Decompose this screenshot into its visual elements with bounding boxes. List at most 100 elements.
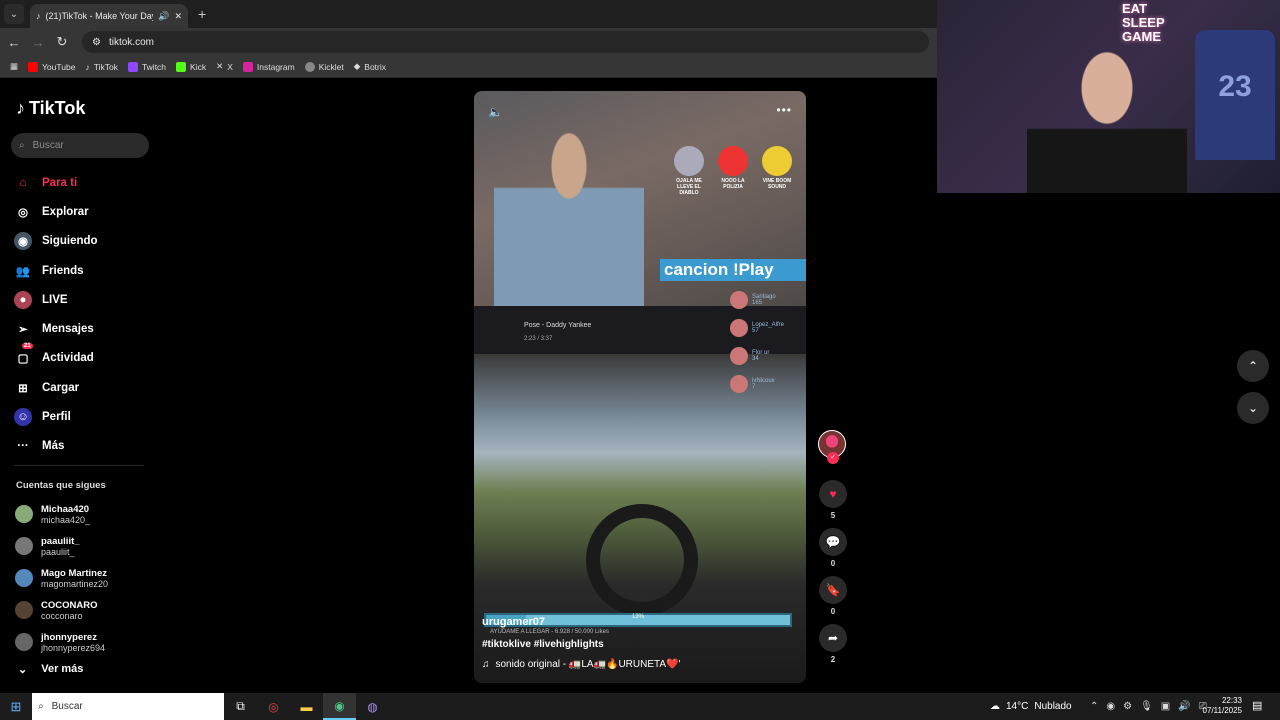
video-author[interactable]: urugamer07 xyxy=(482,616,545,628)
obs-icon[interactable]: ◉ xyxy=(1106,701,1115,712)
clock[interactable]: 22:33 07/11/2025 xyxy=(1200,696,1242,716)
taskbar-search-label: Buscar xyxy=(51,701,83,712)
bookmark-label: Botrix xyxy=(364,61,387,72)
file-explorer-icon[interactable]: ▬ xyxy=(290,693,323,720)
bookmark-label: Twitch xyxy=(141,61,167,72)
speaker-icon[interactable]: 🔊 xyxy=(158,11,169,22)
share-button[interactable]: ➦ 2 xyxy=(818,624,848,664)
taskbar-search[interactable]: ⌕ Buscar xyxy=(32,693,224,720)
nav-explorar[interactable]: ◎ Explorar xyxy=(14,197,98,226)
windows-start-icon[interactable]: ⊞ xyxy=(0,699,32,715)
bookmark-tiktok[interactable]: ♪ TikTok xyxy=(85,62,118,72)
bookmark-kicklet[interactable]: Kicklet xyxy=(304,61,344,72)
sidebar-divider xyxy=(14,465,144,466)
reload-icon[interactable]: ↻ xyxy=(52,34,72,50)
save-button[interactable]: 🔖 0 xyxy=(818,576,848,616)
fan-avatar xyxy=(730,291,748,309)
following-account[interactable]: jhonnyperez jhonnyperez694 xyxy=(15,626,108,658)
bookmark-x[interactable]: ✕ X xyxy=(216,61,233,72)
close-tab-icon[interactable]: ✕ xyxy=(174,11,182,22)
creator-avatar[interactable]: ✓ xyxy=(818,430,846,464)
app-icon[interactable]: ◎ xyxy=(257,693,290,720)
bookmark-label: YouTube xyxy=(42,61,76,72)
fan-score: 7 xyxy=(752,384,756,390)
sound-button: NOOO LA POLIZIA xyxy=(714,146,752,196)
sound-buttons: OJALA ME LLEVE EL DIABLO NOOO LA POLIZIA… xyxy=(670,146,796,196)
search-placeholder: Buscar xyxy=(32,140,64,151)
following-account[interactable]: Mago Martinez magomartinez20 xyxy=(15,562,108,594)
video-player[interactable]: OJALA ME LLEVE EL DIABLO NOOO LA POLIZIA… xyxy=(474,91,806,683)
chevron-down-icon: ⌄ xyxy=(1247,401,1259,415)
nav-mas[interactable]: ··· Más xyxy=(14,432,98,461)
sound-bubble-icon xyxy=(762,146,792,176)
song-title: Pose - Daddy Yankee xyxy=(524,322,592,329)
network-icon[interactable]: ▣ xyxy=(1161,701,1170,712)
nav-label: Actividad xyxy=(42,352,94,365)
share-count: 2 xyxy=(830,655,836,664)
fan-score: 165 xyxy=(752,300,763,306)
site-info-icon[interactable]: ⚙ xyxy=(92,37,101,48)
volume-icon[interactable]: 🔈 xyxy=(488,105,503,119)
settings-icon[interactable]: ⚙ xyxy=(1123,701,1132,712)
bookmark-instagram[interactable]: Instagram xyxy=(242,61,295,72)
see-more-button[interactable]: ⌄ Ver más xyxy=(18,663,83,676)
notification-icon[interactable]: ▤ xyxy=(1252,699,1262,712)
account-handle: jhonnyperez694 xyxy=(41,642,106,653)
nav-actividad[interactable]: ▢ 21 Actividad xyxy=(14,343,98,373)
new-tab-icon[interactable]: + xyxy=(198,6,206,22)
tiktok-logo[interactable]: ♪ TikTok xyxy=(16,98,85,119)
nav-para-ti[interactable]: ⌂ Para ti xyxy=(14,168,98,197)
system-tray: ⌃ ◉ ⚙ 🎙 ▣ 🔊 ⎚ xyxy=(1090,693,1207,720)
nav-live[interactable]: ● LIVE xyxy=(14,285,98,314)
chevron-up-icon[interactable]: ⌃ xyxy=(1090,701,1098,712)
next-video-button[interactable]: ⌄ xyxy=(1237,392,1269,424)
nav-cargar[interactable]: ⊞ Cargar xyxy=(14,373,98,402)
forward-icon[interactable]: → xyxy=(28,35,48,50)
sound-bubble-icon xyxy=(718,146,748,176)
bookmark-twitch[interactable]: Twitch xyxy=(127,61,167,72)
follow-check-icon[interactable]: ✓ xyxy=(827,452,839,464)
date: 07/11/2025 xyxy=(1202,706,1242,715)
youtube-icon xyxy=(28,61,39,72)
fan-avatar xyxy=(730,319,748,337)
nav-siguiendo[interactable]: ◉ Siguiendo xyxy=(14,227,98,256)
url-field[interactable]: ⚙ tiktok.com xyxy=(82,31,929,53)
video-music[interactable]: ♫ sonido original - 🚛LA🚛🔥URUNETA❤️' xyxy=(482,659,680,670)
nav-friends[interactable]: 👥 Friends xyxy=(14,256,98,285)
following-account[interactable]: COCONARO cocconaro xyxy=(15,594,108,626)
tiktok-logo-icon: ♪ xyxy=(16,98,25,118)
search-icon: ⌕ xyxy=(19,140,25,151)
following-account[interactable]: Michaa420 michaa420_ xyxy=(15,498,108,530)
x-icon: ✕ xyxy=(216,61,224,71)
back-icon[interactable]: ← xyxy=(4,35,24,50)
comment-button[interactable]: 💬 0 xyxy=(818,528,848,568)
nav-perfil[interactable]: ☺ Perfil xyxy=(14,402,98,431)
search-input[interactable]: ⌕ Buscar xyxy=(11,133,149,158)
apps-icon[interactable]: ▦ xyxy=(10,61,18,72)
following-list: Michaa420 michaa420_ paauliit_ paauliit_ M… xyxy=(15,498,108,658)
following-icon: ◉ xyxy=(14,232,32,251)
tab-search-icon[interactable]: ⌄ xyxy=(4,4,24,24)
chrome-icon[interactable]: ◉ xyxy=(323,693,356,720)
task-view-icon[interactable]: ⧉ xyxy=(224,693,257,720)
browser-tab[interactable]: ♪ (21)TikTok - Make Your Day 🔊 ✕ xyxy=(30,4,188,28)
mic-icon[interactable]: 🎙 xyxy=(1140,701,1153,712)
bookmark-youtube[interactable]: YouTube xyxy=(28,61,76,72)
more-options-icon[interactable]: ••• xyxy=(776,103,792,117)
bookmark-kick[interactable]: Kick xyxy=(176,61,206,72)
video-hashtags[interactable]: #tiktoklive #livehighlights xyxy=(482,639,604,650)
streamer xyxy=(1027,40,1187,193)
account-name: jhonnyperez xyxy=(41,631,97,643)
following-account[interactable]: paauliit_ paauliit_ xyxy=(15,530,108,562)
volume-icon[interactable]: 🔊 xyxy=(1178,701,1190,712)
previous-video-button[interactable]: ⌃ xyxy=(1237,350,1269,382)
bookmark-icon: 🔖 xyxy=(819,576,847,604)
sound-label: NOOO LA POLIZIA xyxy=(721,178,745,190)
nav-mensajes[interactable]: ➢ Mensajes xyxy=(14,314,98,343)
bookmark-botrix[interactable]: ◆ Botrix xyxy=(354,61,386,72)
nav-label: Explorar xyxy=(42,205,89,218)
instagram-icon xyxy=(242,61,253,72)
discord-icon[interactable]: ◍ xyxy=(356,693,389,720)
weather-widget[interactable]: ☁ 14°C Nublado xyxy=(990,693,1072,720)
like-button[interactable]: ♥ 5 xyxy=(818,480,848,520)
